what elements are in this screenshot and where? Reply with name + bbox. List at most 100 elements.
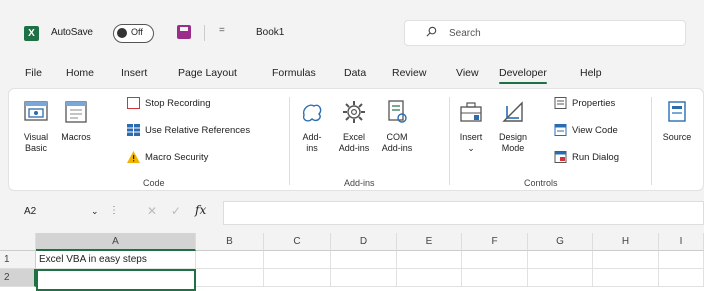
column-header-e[interactable]: E: [397, 233, 462, 251]
run-dialog-label: Run Dialog: [572, 151, 619, 163]
properties-button[interactable]: Properties: [554, 97, 615, 109]
more-options-icon[interactable]: ⋮: [109, 205, 119, 216]
select-all-corner[interactable]: [0, 233, 36, 251]
com-addins-icon: [388, 100, 407, 123]
chevron-down-icon[interactable]: ⌄: [91, 206, 99, 217]
cell[interactable]: [528, 269, 593, 287]
worksheet-grid: A B C D E F G H I 1 2 Excel VBA in easy …: [0, 233, 704, 291]
cell[interactable]: [528, 251, 593, 269]
row-header-1[interactable]: 1: [0, 251, 36, 269]
group-separator: [449, 97, 450, 185]
design-mode-icon: [502, 101, 523, 122]
cell[interactable]: [331, 269, 397, 287]
cell[interactable]: [264, 269, 331, 287]
insert-function-icon[interactable]: fx: [195, 203, 206, 217]
run-dialog-button[interactable]: Run Dialog: [554, 151, 619, 163]
column-header-a[interactable]: A: [36, 233, 196, 251]
column-header-i[interactable]: I: [659, 233, 704, 251]
visual-basic-icon: [24, 101, 48, 121]
search-placeholder: Search: [449, 28, 481, 39]
save-icon[interactable]: [177, 25, 191, 39]
qat-separator: [204, 25, 205, 41]
column-header-b[interactable]: B: [196, 233, 264, 251]
ribbon-panel: Visual Basic Macros Stop Recording Use R…: [8, 88, 704, 191]
tab-page-layout[interactable]: Page Layout: [178, 67, 237, 79]
cell-a1[interactable]: Excel VBA in easy steps: [36, 251, 196, 269]
row-header-2[interactable]: 2: [0, 269, 36, 287]
tab-formulas[interactable]: Formulas: [272, 67, 316, 79]
cell[interactable]: [196, 269, 264, 287]
cell[interactable]: [264, 251, 331, 269]
properties-icon: [554, 97, 567, 109]
view-code-button[interactable]: View Code: [554, 124, 618, 136]
group-label-code: Code: [143, 178, 165, 188]
column-header-f[interactable]: F: [462, 233, 528, 251]
macros-label: Macros: [61, 132, 91, 142]
autosave-label: AutoSave: [51, 27, 93, 38]
search-box[interactable]: Search: [404, 20, 686, 46]
name-box[interactable]: A2: [24, 206, 36, 217]
cancel-icon[interactable]: ✕: [147, 204, 157, 218]
tab-data[interactable]: Data: [344, 67, 366, 79]
view-code-label: View Code: [572, 124, 618, 136]
column-header-g[interactable]: G: [528, 233, 593, 251]
source-label: Source: [662, 132, 692, 142]
customize-qat-button[interactable]: =: [219, 25, 225, 36]
stop-recording-button[interactable]: Stop Recording: [127, 97, 210, 109]
cell[interactable]: [659, 251, 704, 269]
cell[interactable]: [397, 251, 462, 269]
macros-icon: [65, 101, 87, 123]
gear-icon: [343, 101, 365, 123]
macro-security-button[interactable]: Macro Security: [127, 151, 208, 163]
formula-input[interactable]: [223, 201, 704, 225]
group-separator: [289, 97, 290, 185]
cell[interactable]: [593, 251, 659, 269]
cell-a2-active[interactable]: [36, 269, 196, 291]
view-code-icon: [554, 124, 567, 136]
xml-source-icon: [668, 101, 686, 122]
tab-insert[interactable]: Insert: [121, 67, 147, 79]
tab-review[interactable]: Review: [392, 67, 426, 79]
chevron-down-icon: ⌄: [467, 143, 475, 153]
tab-view[interactable]: View: [456, 67, 479, 79]
cell[interactable]: [196, 251, 264, 269]
stop-recording-label: Stop Recording: [145, 97, 211, 109]
com-addins-label: COM Add-ins: [381, 132, 413, 153]
cell[interactable]: [462, 269, 528, 287]
run-dialog-icon: [554, 151, 567, 163]
group-label-addins: Add-ins: [344, 178, 375, 188]
tab-help[interactable]: Help: [580, 67, 602, 79]
cell[interactable]: [331, 251, 397, 269]
visual-basic-label: Visual Basic: [23, 132, 49, 153]
macros-button[interactable]: Macros: [57, 99, 95, 143]
relative-references-icon: [127, 124, 140, 136]
autosave-toggle[interactable]: Off: [113, 24, 154, 43]
design-mode-button[interactable]: Design Mode: [493, 99, 533, 154]
warning-icon: [127, 151, 140, 163]
addins-button[interactable]: Add- ins: [297, 99, 327, 154]
insert-control-button[interactable]: Insert ⌄: [455, 99, 487, 154]
com-addins-button[interactable]: COM Add-ins: [377, 99, 417, 154]
column-header-c[interactable]: C: [264, 233, 331, 251]
column-header-d[interactable]: D: [331, 233, 397, 251]
excel-addins-button[interactable]: Excel Add-ins: [334, 99, 374, 154]
ribbon-tabs: File Home Insert Page Layout Formulas Da…: [0, 58, 704, 86]
source-button[interactable]: Source: [657, 99, 697, 143]
search-icon: [426, 26, 437, 37]
cell[interactable]: [659, 269, 704, 287]
cell[interactable]: [397, 269, 462, 287]
tab-home[interactable]: Home: [66, 67, 94, 79]
cell[interactable]: [593, 269, 659, 287]
title-bar: X AutoSave Off = Book1 Search: [0, 0, 704, 58]
relative-references-button[interactable]: Use Relative References: [127, 124, 250, 136]
enter-icon[interactable]: ✓: [171, 204, 181, 218]
tab-developer[interactable]: Developer: [499, 67, 547, 84]
cell[interactable]: [462, 251, 528, 269]
excel-addins-label: Excel Add-ins: [338, 132, 370, 153]
tab-file[interactable]: File: [25, 67, 42, 79]
workbook-title: Book1: [256, 27, 285, 38]
column-header-h[interactable]: H: [593, 233, 659, 251]
group-separator: [651, 97, 652, 185]
toolbox-icon: [460, 102, 482, 122]
visual-basic-button[interactable]: Visual Basic: [19, 99, 53, 154]
